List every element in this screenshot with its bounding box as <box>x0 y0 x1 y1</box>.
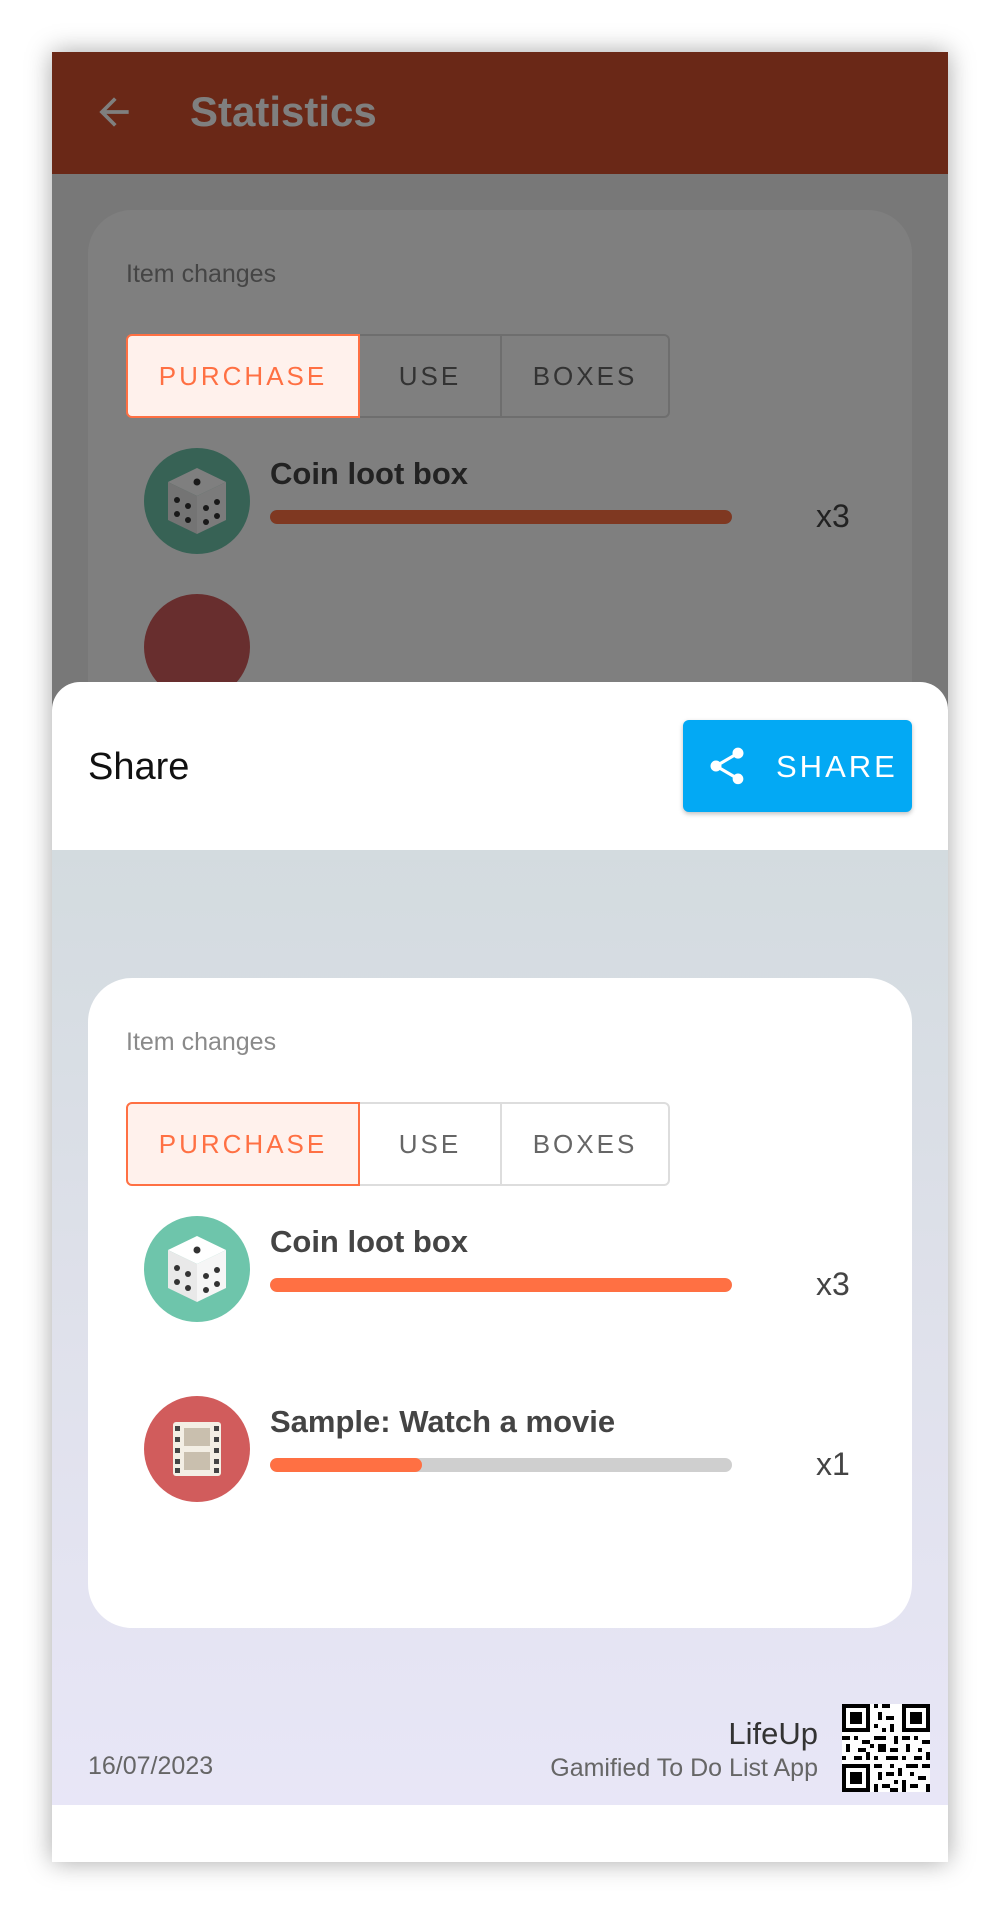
progress-track <box>270 1458 732 1472</box>
item-count: x3 <box>816 1266 850 1302</box>
tab-purchase[interactable]: PURCHASE <box>126 1102 360 1186</box>
film-icon <box>144 1396 250 1502</box>
item-name: Sample: Watch a movie <box>270 1404 616 1439</box>
progress-fill <box>270 1278 732 1292</box>
card-label: Item changes <box>126 1028 277 1056</box>
progress-track <box>270 1278 732 1292</box>
app-name: LifeUp <box>728 1716 818 1751</box>
share-bottom-sheet: Share SHARE Item changes PURCHASE USE BO… <box>52 682 948 1862</box>
segmented-control: PURCHASE USE BOXES <box>126 1102 670 1186</box>
bg-tab-purchase[interactable]: PURCHASE <box>126 334 360 418</box>
share-button-label: SHARE <box>776 749 898 784</box>
dice-icon <box>144 1216 250 1322</box>
progress-fill <box>270 1458 423 1472</box>
list-item: Coin loot box x3 <box>144 1216 884 1326</box>
screen: Statistics Item changes PURCHASE USE BOX… <box>52 52 948 1862</box>
list-item: Sample: Watch a movie x1 <box>144 1396 884 1506</box>
sheet-title: Share <box>88 746 190 788</box>
tab-boxes[interactable]: BOXES <box>500 1102 670 1186</box>
qr-code-icon <box>842 1704 930 1792</box>
stats-card: Item changes PURCHASE USE BOXES Coin loo… <box>88 978 912 1628</box>
share-date: 16/07/2023 <box>88 1752 214 1780</box>
share-preview: Item changes PURCHASE USE BOXES Coin loo… <box>52 850 948 1805</box>
item-name: Coin loot box <box>270 1224 469 1259</box>
item-count: x1 <box>816 1446 850 1482</box>
tab-use[interactable]: USE <box>358 1102 502 1186</box>
app-tagline: Gamified To Do List App <box>550 1754 818 1782</box>
share-icon <box>710 747 744 785</box>
share-button[interactable]: SHARE <box>683 720 912 812</box>
